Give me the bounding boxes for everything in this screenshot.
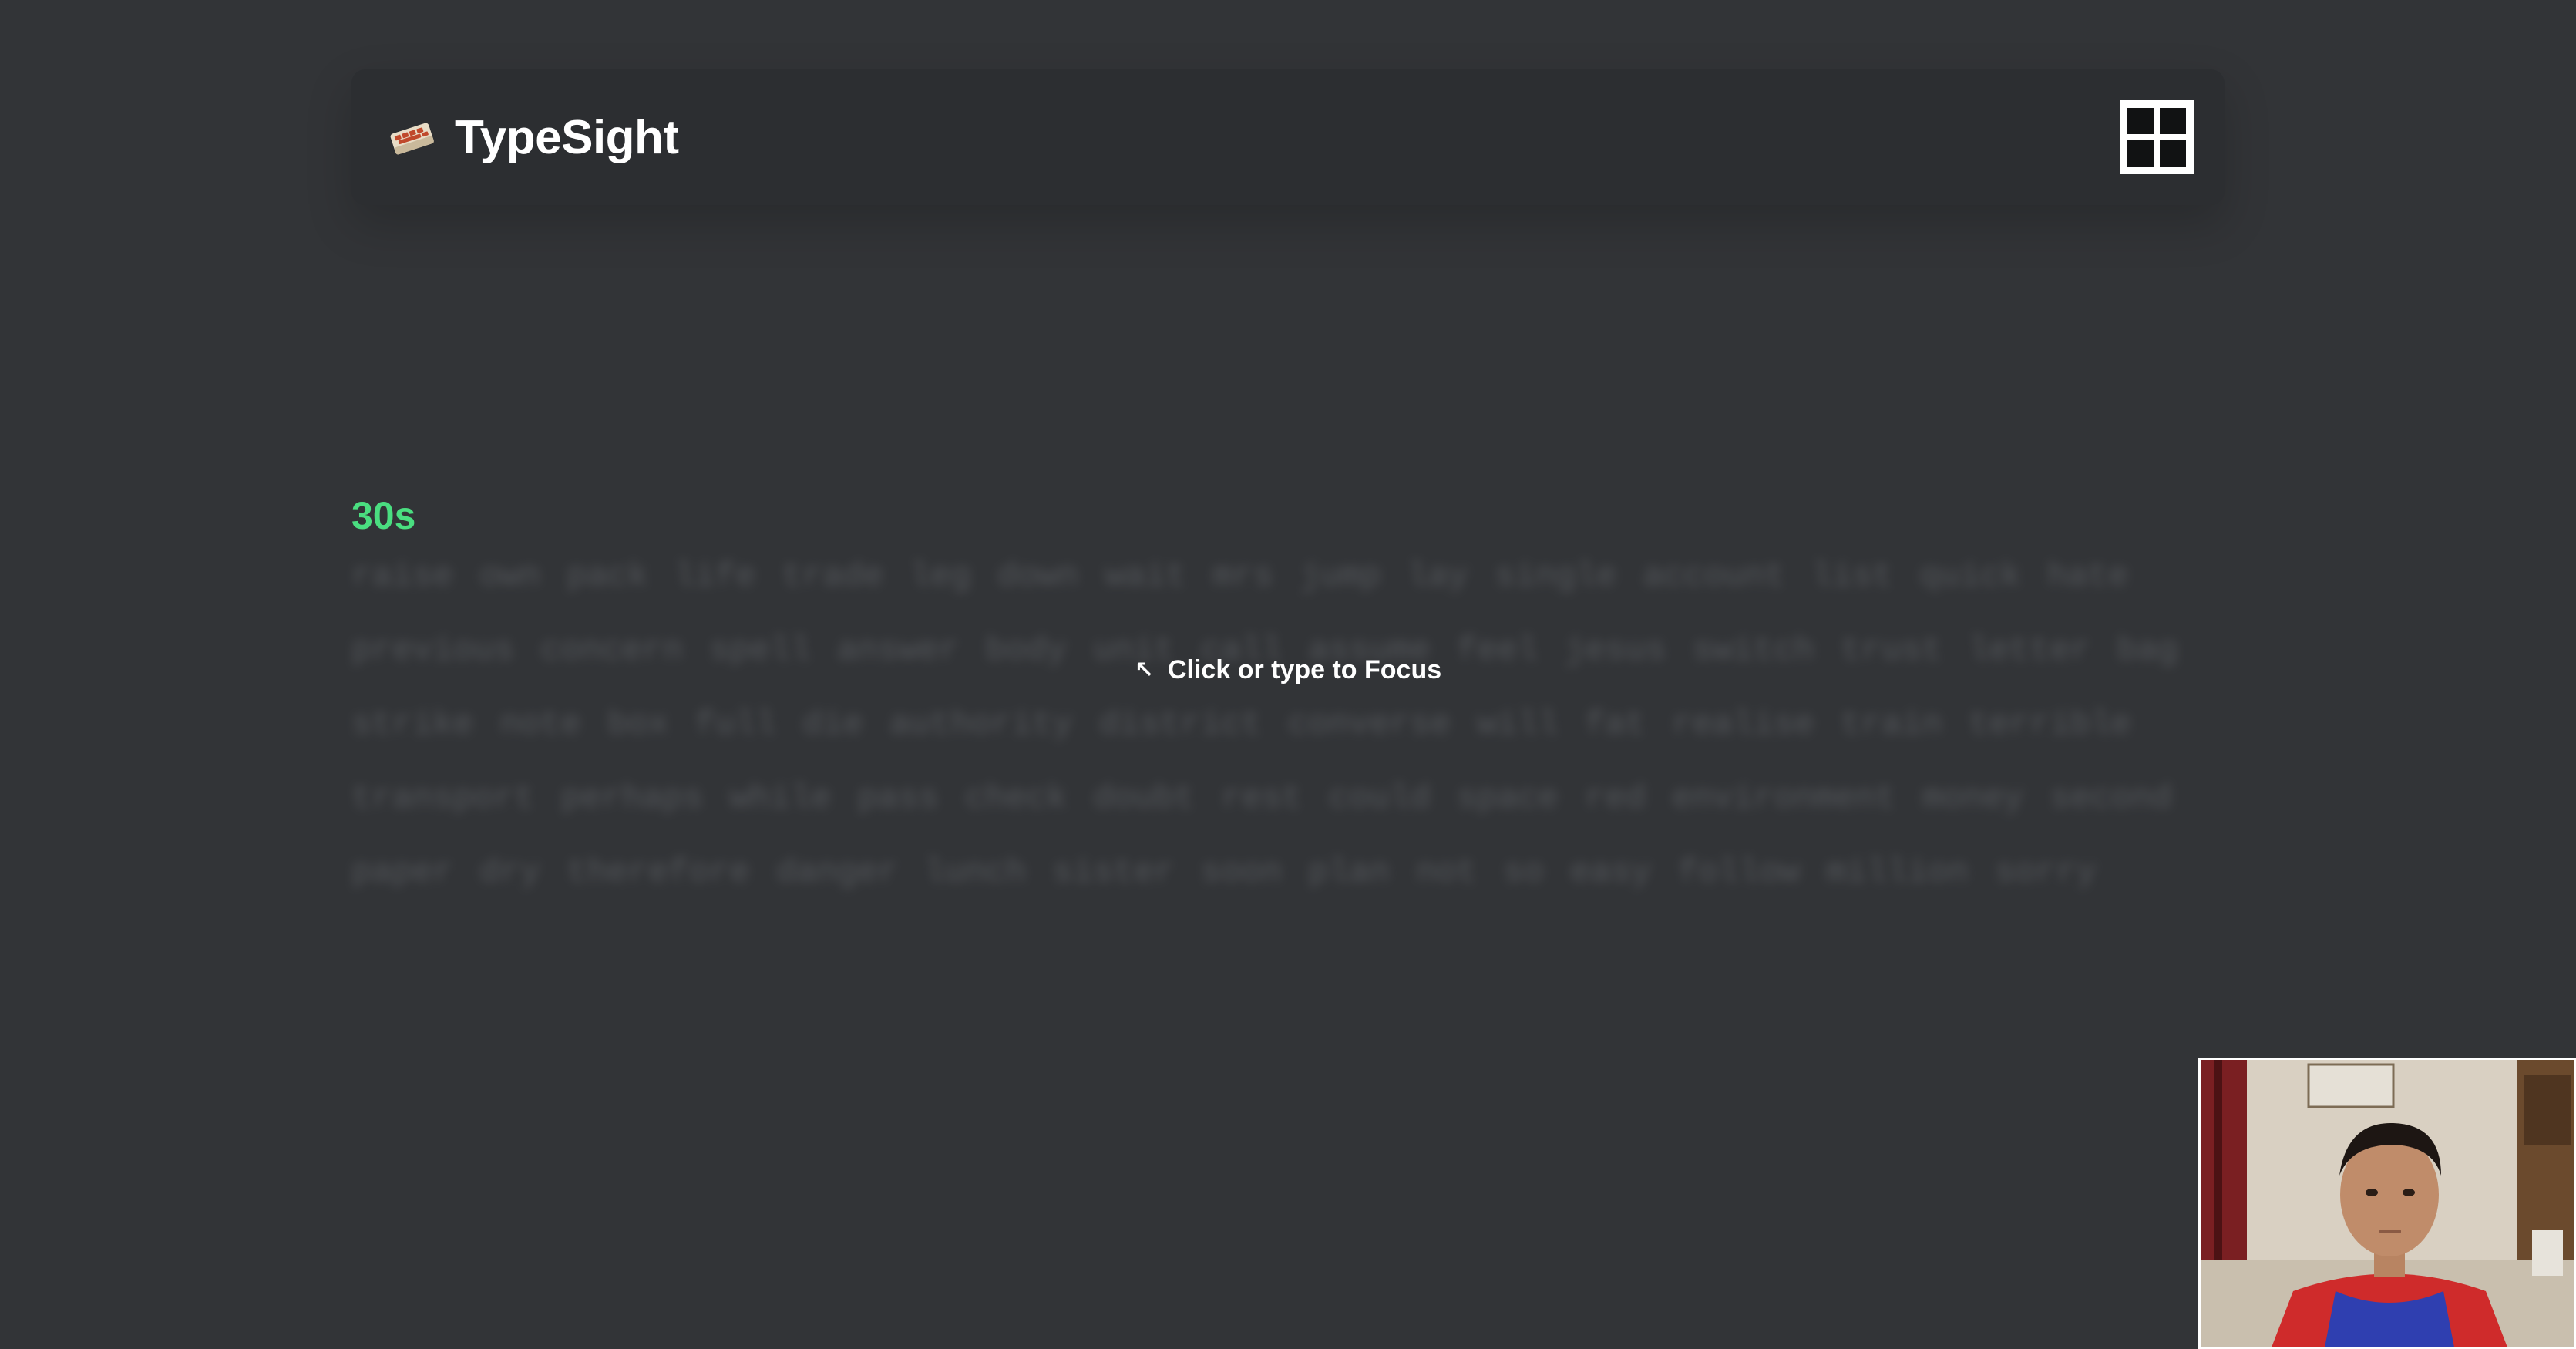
word: down xyxy=(997,557,1079,596)
word: paper xyxy=(351,853,454,892)
layout-cell xyxy=(2127,108,2154,134)
word: transport xyxy=(351,779,535,818)
word: fat xyxy=(1584,705,1646,744)
word: hate xyxy=(2047,557,2129,596)
word: raise xyxy=(351,557,454,596)
word: life xyxy=(674,557,756,596)
word: account xyxy=(1643,557,1786,596)
word: environment xyxy=(1672,779,1896,818)
test-timer: 30s xyxy=(351,494,416,537)
word: second xyxy=(2050,779,2173,818)
word: easy xyxy=(1570,853,1652,892)
word: die xyxy=(802,705,864,744)
word: will xyxy=(1477,705,1559,744)
word: could xyxy=(1328,779,1431,818)
app-title: TypeSight xyxy=(455,110,679,164)
word: check xyxy=(965,779,1068,818)
word: perhaps xyxy=(560,779,704,818)
keyboard-icon xyxy=(390,123,434,155)
word: authority xyxy=(889,705,1073,744)
layout-cell xyxy=(2127,140,2154,167)
word: while xyxy=(729,779,832,818)
layout-cell xyxy=(2160,140,2186,167)
word: mrs xyxy=(1212,557,1274,596)
layout-toggle-button[interactable] xyxy=(2120,100,2194,174)
word: single xyxy=(1495,557,1617,596)
word: train xyxy=(1840,705,1942,744)
word: realise xyxy=(1672,705,1814,744)
layout-cell xyxy=(2160,108,2186,134)
word: space xyxy=(1456,779,1559,818)
typing-app: TypeSight 30s raise own pack life trade leg do… xyxy=(0,0,2576,1349)
word: million xyxy=(1826,853,1969,892)
word: jump xyxy=(1300,557,1381,596)
focus-prompt: Click or type to Focus xyxy=(1167,655,1442,685)
webcam-image xyxy=(2201,1060,2574,1347)
word: pass xyxy=(857,779,940,818)
word: district xyxy=(1098,705,1262,744)
word: lay xyxy=(1407,557,1469,596)
brand[interactable]: TypeSight xyxy=(385,110,679,165)
word: own xyxy=(479,557,541,596)
word: plan xyxy=(1308,853,1391,892)
word: sorry xyxy=(1994,853,2097,892)
word: doubt xyxy=(1093,779,1196,818)
word: leg xyxy=(910,557,971,596)
word: not xyxy=(1416,853,1478,892)
word: rest xyxy=(1221,779,1303,818)
word: sister xyxy=(1052,853,1175,892)
focus-overlay[interactable]: ↖ Click or type to Focus xyxy=(351,655,2225,685)
cursor-arrow-icon: ↖ xyxy=(1134,657,1154,684)
word: lunch xyxy=(924,853,1027,892)
word-list: raise own pack life trade leg down wait mrs jump l… xyxy=(351,540,2225,910)
word: wait xyxy=(1105,557,1186,596)
word: money xyxy=(1922,779,2024,818)
word: red xyxy=(1584,779,1646,818)
word: note xyxy=(499,705,582,744)
word: dry xyxy=(479,853,541,892)
word: soon xyxy=(1200,853,1283,892)
word: list xyxy=(1811,557,1893,596)
word: therefore xyxy=(567,853,750,892)
word: pack xyxy=(567,557,648,596)
word: box xyxy=(607,705,669,744)
word: follow xyxy=(1677,853,1801,892)
top-header: TypeSight xyxy=(351,69,2225,205)
webcam-preview xyxy=(2198,1058,2576,1349)
word: converse xyxy=(1288,705,1451,744)
word: trade xyxy=(782,557,884,596)
word: danger xyxy=(775,853,899,892)
word: terrible xyxy=(1968,705,2132,744)
word: quick xyxy=(1919,557,2021,596)
word: full xyxy=(694,705,776,744)
word: so xyxy=(1503,853,1545,892)
word: strike xyxy=(351,705,474,744)
typing-area[interactable]: raise own pack life trade leg down wait mrs jump l… xyxy=(351,540,2225,910)
